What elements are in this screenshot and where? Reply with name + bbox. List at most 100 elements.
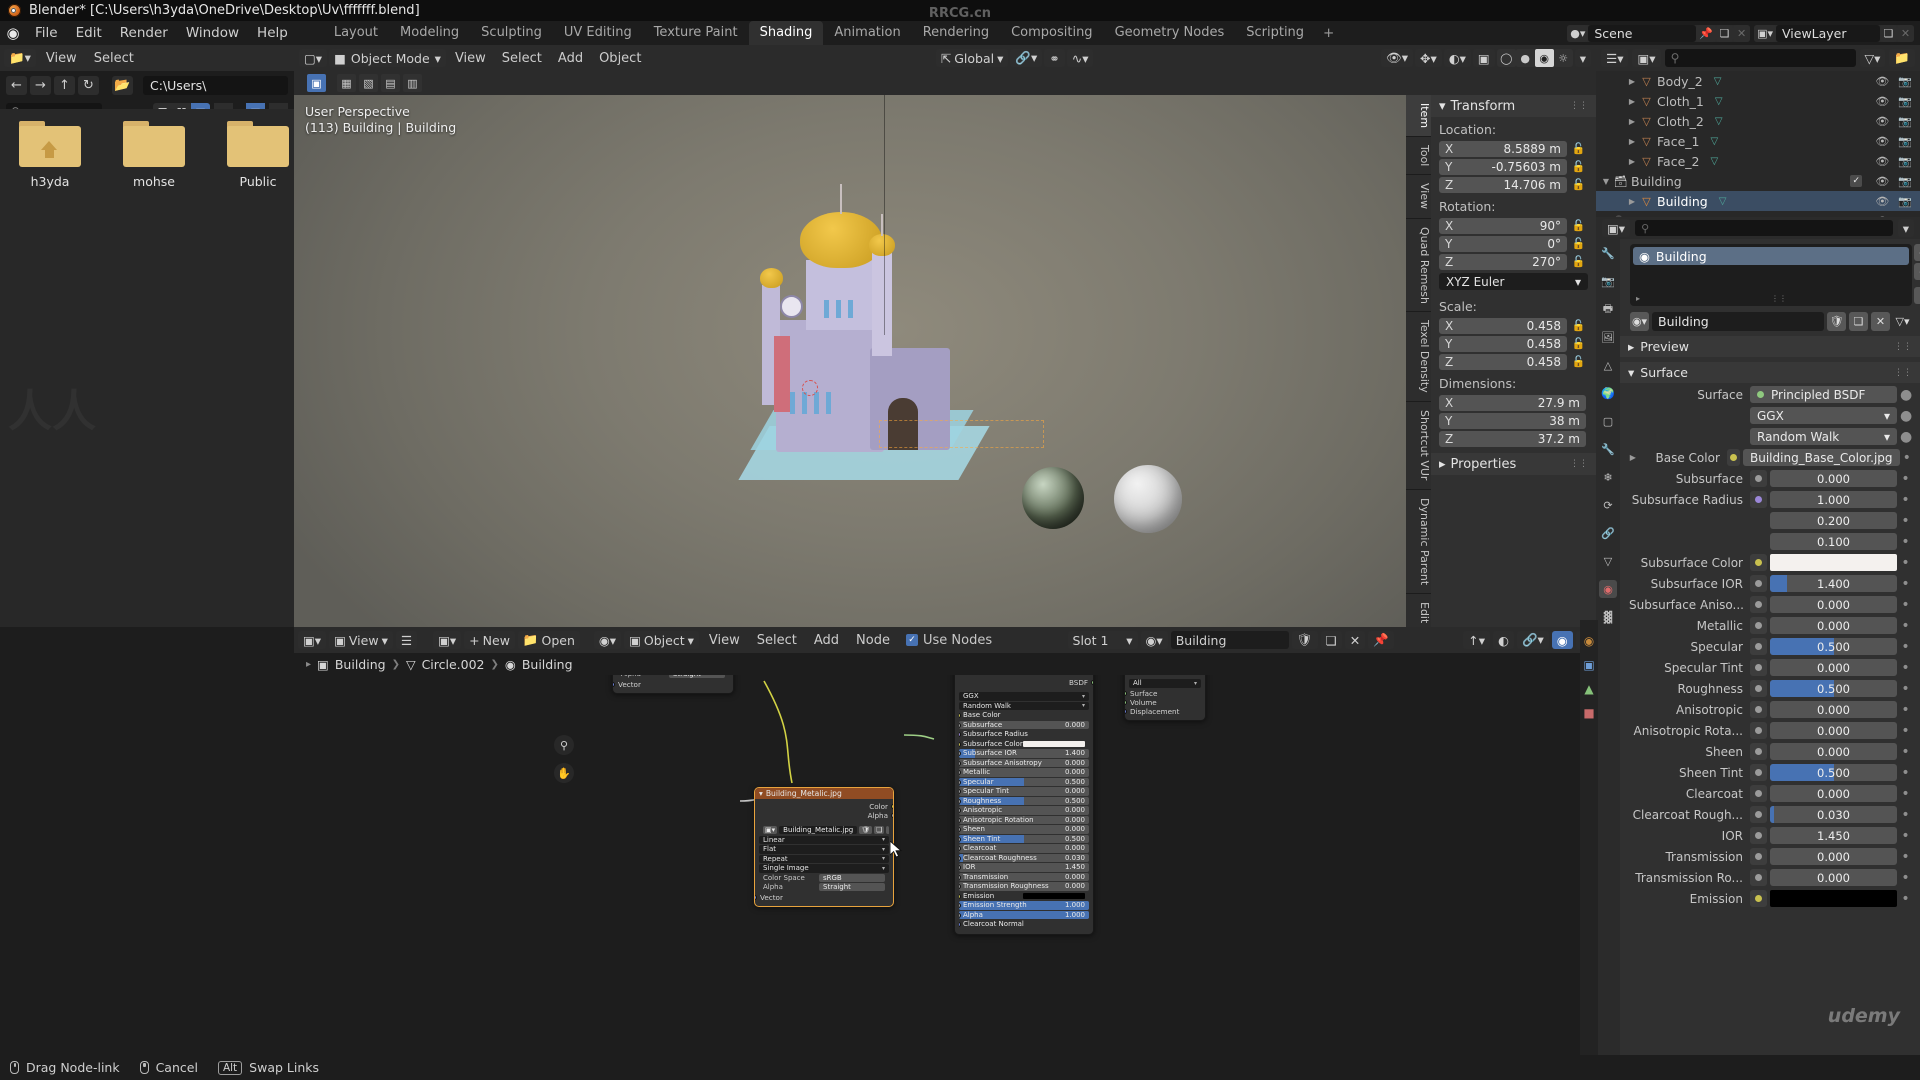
properties-tab-particles[interactable]: ❄ [1599, 468, 1617, 486]
tool-icon-3[interactable]: ▲ [1584, 682, 1593, 696]
node-input-row[interactable]: Transmission Roughness 0.000 [959, 882, 1089, 891]
visibility-icon[interactable]: 👁▾ [1380, 49, 1413, 67]
color-swatch[interactable] [1770, 890, 1897, 907]
scene-icon[interactable]: ●▾ [1567, 24, 1589, 42]
color-swatch[interactable] [1770, 554, 1897, 571]
shader-menu-node[interactable]: Node [849, 633, 897, 648]
slot-expand-icon[interactable]: ▸ [1636, 294, 1640, 303]
node-extension-dropdown[interactable]: Repeat ▾ [759, 854, 889, 863]
subsurface-method-dropdown[interactable]: Random Walk ▾ [1750, 428, 1897, 445]
viewport-menu-view[interactable]: View [448, 51, 493, 66]
outliner-row[interactable]: ▶ ▽ Cloth_2 ▽ 👁 📷 [1596, 111, 1920, 131]
animate-property-icon[interactable]: • [1900, 787, 1911, 801]
property-slider[interactable]: 0.100 [1770, 533, 1897, 550]
properties-tab-data[interactable]: ▽ [1599, 552, 1617, 570]
node-snapping-icon[interactable]: 🔗▾ [1516, 631, 1549, 649]
zoom-icon[interactable]: ⚲ [554, 735, 574, 755]
animate-property-icon[interactable]: ● [1900, 409, 1912, 423]
shader-menu-add[interactable]: Add [807, 633, 846, 648]
animate-property-icon[interactable]: • [1900, 724, 1911, 738]
node-socket[interactable] [959, 722, 961, 728]
node-input-row[interactable]: Subsurface IOR 1.400 [959, 749, 1089, 758]
file-menu-view[interactable]: View [39, 51, 84, 66]
lock-icon[interactable]: 🔓 [1571, 319, 1586, 332]
uv-tool-2[interactable]: ▧ [359, 74, 378, 92]
properties-panel-header[interactable]: ▸ Properties ⋮⋮ [1431, 453, 1596, 475]
refresh-icon[interactable]: ↻ [78, 75, 99, 95]
lock-icon[interactable]: 🔓 [1571, 178, 1586, 191]
transform-field-y[interactable]: Y 0° [1439, 235, 1567, 252]
mesh-data-icon[interactable]: ▽ [1715, 96, 1723, 107]
properties-tab-modifiers[interactable]: 🔧 [1599, 440, 1617, 458]
animate-property-icon[interactable]: • [1900, 577, 1911, 591]
add-material-slot-button[interactable]: + [1914, 244, 1920, 261]
material-slot-row[interactable]: ◉ Building [1633, 247, 1909, 265]
node-header[interactable]: ▾ Building_Metalic.jpg [755, 788, 893, 799]
animate-property-icon[interactable]: • [1900, 829, 1911, 843]
animate-property-icon[interactable]: • [1900, 493, 1911, 507]
open-image-button[interactable]: 📁 Open [517, 631, 580, 649]
node-input-row[interactable]: Sheen 0.000 [959, 825, 1089, 834]
transform-field-y[interactable]: Y 38 m [1439, 412, 1586, 429]
eye-icon[interactable]: 👁 [1875, 175, 1889, 188]
node-input-surface[interactable]: Surface [1125, 689, 1205, 698]
outliner-tree[interactable]: ▶ ▽ Body_2 ▽ 👁 📷 ▶ ▽ Cloth_1 ▽ 👁 📷 ▶ ▽ Cloth_2 ▽ 👁 📷 ▶ ▽ Fac… [1596, 71, 1920, 217]
proportional-edit-icon[interactable]: ⚭ [1044, 49, 1065, 67]
n-panel-tab-dynamic-parent[interactable]: Dynamic Parent [1406, 489, 1431, 594]
node-interpolation-dropdown[interactable]: Linear ▾ [759, 835, 889, 844]
browse-image-icon[interactable]: ▣▾ [763, 826, 778, 835]
property-slider[interactable]: 0.200 [1770, 512, 1897, 529]
property-socket[interactable] [1750, 554, 1767, 571]
socket-displacement[interactable] [1125, 708, 1127, 714]
node-socket[interactable] [959, 808, 961, 813]
mesh-data-icon[interactable]: ▽ [1710, 156, 1718, 167]
node-socket[interactable] [959, 770, 961, 775]
overlay-node-icon[interactable]: ◐ [1493, 631, 1514, 649]
node-material-output[interactable]: ▾ Material Output All▾ Surface Volume [1124, 675, 1206, 721]
file-item[interactable]: mohse [118, 121, 190, 189]
node-colorspace-row[interactable]: Color Space sRGB [759, 873, 889, 883]
node-color-swatch[interactable] [1023, 740, 1085, 747]
forward-icon[interactable]: → [30, 75, 51, 95]
transform-field-z[interactable]: Z 270° [1439, 253, 1567, 270]
property-socket[interactable] [1750, 785, 1767, 802]
camera-render-icon[interactable]: 📷 [1898, 75, 1912, 88]
node-output-color[interactable]: Color [755, 802, 893, 811]
node-row-alpha[interactable]: Alpha Straight [617, 675, 729, 679]
camera-render-icon[interactable]: 📷 [1898, 115, 1912, 128]
shading-rendered-button[interactable]: ☼ [1553, 49, 1573, 67]
node-socket[interactable] [959, 874, 961, 880]
node-image-texture-metalic[interactable]: ▾ Building_Metalic.jpg Color Alpha ▣▾ Bu… [754, 787, 894, 907]
socket-vector[interactable] [613, 681, 615, 687]
disclosure-triangle-icon[interactable]: ▶ [1626, 77, 1638, 86]
editor-type-button-viewport[interactable]: ▢▾ [299, 49, 328, 67]
lock-icon[interactable]: 🔓 [1571, 255, 1586, 268]
uv-tool-1[interactable]: ▦ [337, 74, 356, 92]
node-input-row[interactable]: Subsurface 0.000 [959, 720, 1089, 729]
lock-icon[interactable]: 🔓 [1571, 219, 1586, 232]
fake-user-shield-icon[interactable]: 🛡 [1827, 312, 1846, 331]
viewlayer-name-field[interactable]: ViewLayer [1776, 24, 1880, 42]
socket-color[interactable] [891, 804, 893, 809]
shading-wireframe-button[interactable]: ◯ [1496, 49, 1516, 67]
n-panel-tab-edit[interactable]: Edit [1406, 593, 1431, 627]
viewport-menu-object[interactable]: Object [592, 51, 648, 66]
node-input-vector[interactable]: Vector [613, 680, 733, 689]
node-socket[interactable] [959, 741, 961, 747]
pin-scene-icon[interactable]: 📌 [1696, 24, 1717, 42]
file-path-input[interactable]: C:\Users\ [143, 75, 288, 95]
shader-node-canvas[interactable]: ⚲ ✋ ▸ Flat▾ Repeat▾ Single Image▾ Color [294, 675, 1596, 1055]
viewport-canvas[interactable]: User Perspective (113) Building | Buildi… [294, 95, 1596, 627]
properties-tab-render[interactable]: 📷 [1599, 272, 1617, 290]
animate-property-icon[interactable]: • [1900, 892, 1911, 906]
duplicate-image-icon[interactable]: ❏ [874, 826, 885, 835]
texture-link-field[interactable]: Building_Base_Color.jpg [1743, 449, 1900, 466]
animate-property-icon[interactable]: • [1900, 514, 1911, 528]
animate-property-icon[interactable]: • [1900, 766, 1911, 780]
animate-property-icon[interactable]: • [1900, 661, 1911, 675]
animate-property-icon[interactable]: • [1900, 871, 1911, 885]
node-input-row[interactable]: Subsurface Radius [959, 730, 1089, 739]
lock-icon[interactable]: 🔓 [1571, 337, 1586, 350]
eye-icon[interactable]: 👁 [1875, 135, 1889, 148]
socket-surface[interactable] [1125, 690, 1127, 696]
